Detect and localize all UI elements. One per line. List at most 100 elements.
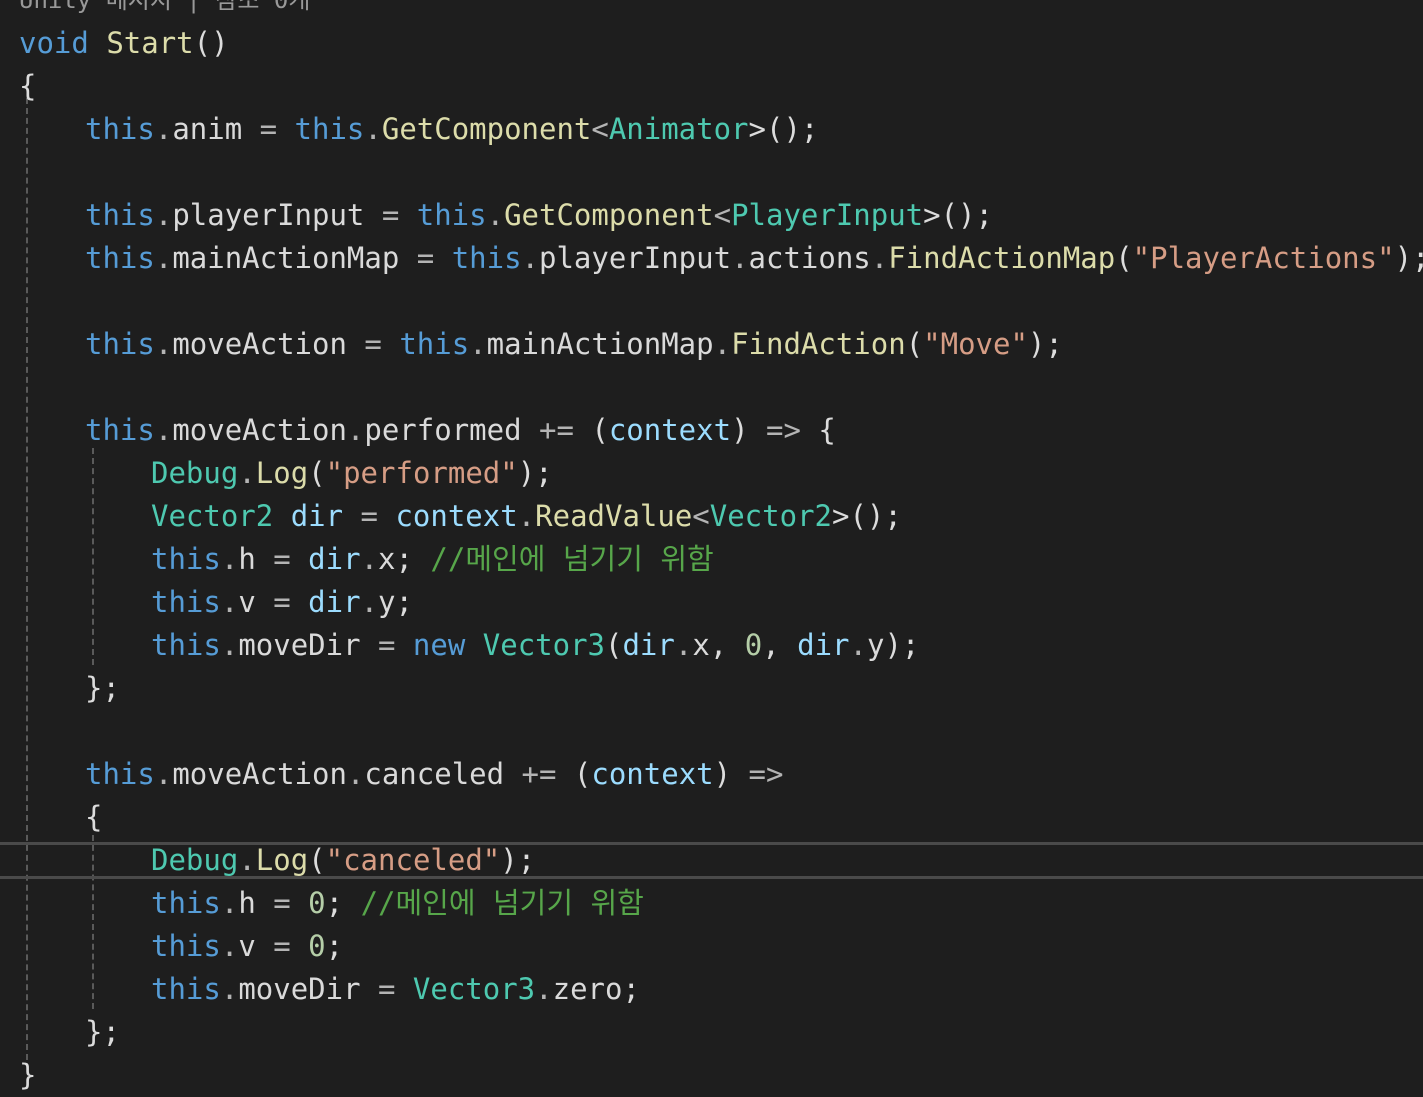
code-token: this <box>151 886 221 920</box>
code-token: Vector3 <box>412 972 536 1006</box>
code-token: this <box>85 327 155 361</box>
code-token: moveAction <box>172 327 347 361</box>
code-token: 0 <box>308 929 326 963</box>
code-token: ) <box>731 413 749 447</box>
code-line[interactable]: this.playerInput = this.GetComponent<Pla… <box>85 194 993 237</box>
code-token: ; <box>325 929 344 963</box>
code-token: ( <box>308 456 326 490</box>
code-token: >(); <box>923 198 993 232</box>
code-token: += <box>521 413 592 447</box>
code-token: this <box>151 628 221 662</box>
code-token: this <box>85 198 155 232</box>
code-token: Animator <box>608 112 749 146</box>
code-token: . <box>535 972 553 1006</box>
code-token: = <box>242 112 295 146</box>
code-token: . <box>220 585 239 619</box>
code-token: }; <box>85 1015 120 1049</box>
code-token: ); <box>884 628 920 662</box>
code-line[interactable]: this.anim = this.GetComponent<Animator>(… <box>85 108 818 151</box>
code-token: >(); <box>748 112 819 146</box>
code-line[interactable]: this.moveDir = new Vector3(dir.x, 0, dir… <box>151 624 919 667</box>
code-token: void <box>19 26 89 60</box>
code-token: = <box>346 327 400 361</box>
code-line[interactable]: } <box>19 1054 36 1097</box>
code-token: "canceled" <box>325 843 501 877</box>
code-token: = <box>255 585 309 619</box>
code-token: "PlayerActions" <box>1132 241 1395 275</box>
code-line[interactable]: Vector2 dir = context.ReadValue<Vector2>… <box>151 495 902 538</box>
code-token: < <box>692 499 710 533</box>
code-line[interactable]: this.moveAction = this.mainActionMap.Fin… <box>85 323 1063 366</box>
code-token: context <box>608 413 732 447</box>
code-token: dir <box>308 542 361 576</box>
code-token: "performed" <box>325 456 518 490</box>
code-token: this <box>85 112 155 146</box>
code-token: zero <box>552 972 623 1006</box>
code-token: ReadValue <box>535 499 693 533</box>
code-token: . <box>220 972 239 1006</box>
code-token: . <box>220 542 239 576</box>
code-line[interactable]: Debug.Log("performed"); <box>151 452 553 495</box>
code-token: Unity 메시지 | 참조 0개 <box>19 0 311 14</box>
code-token: x <box>378 542 396 576</box>
code-token: FindActionMap <box>888 241 1116 275</box>
code-token: ( <box>605 628 623 662</box>
code-token: this <box>451 241 522 275</box>
code-line[interactable]: this.moveAction.canceled += (context) => <box>85 753 783 796</box>
code-line[interactable]: this.v = 0; <box>151 925 343 968</box>
code-token: = <box>255 929 309 963</box>
code-token: . <box>486 198 505 232</box>
code-line[interactable]: { <box>85 796 102 839</box>
code-token: Log <box>255 456 309 490</box>
code-token: . <box>364 112 382 146</box>
code-token: ); <box>1027 327 1063 361</box>
code-line[interactable]: this.moveAction.performed += (context) =… <box>85 409 836 452</box>
code-token: . <box>220 929 239 963</box>
code-token: this <box>85 757 155 791</box>
code-token: //메인에 넘기기 위함 <box>360 886 644 920</box>
code-token: >(); <box>831 499 902 533</box>
code-token: . <box>517 499 536 533</box>
code-token: . <box>154 241 173 275</box>
code-token: ( <box>308 843 326 877</box>
code-token: { <box>85 800 103 834</box>
code-token: . <box>360 542 379 576</box>
code-line[interactable]: }; <box>85 1011 120 1054</box>
code-token: . <box>154 757 173 791</box>
code-token: Vector2 <box>709 499 832 533</box>
codelens-hint[interactable]: Unity 메시지 | 참조 0개 <box>19 0 310 22</box>
code-token: }; <box>85 671 120 705</box>
code-token: . <box>731 241 749 275</box>
code-line[interactable]: void Start() <box>19 22 229 65</box>
code-token: ( <box>591 413 609 447</box>
code-line[interactable]: Debug.Log("canceled"); <box>151 839 535 882</box>
code-token: . <box>849 628 867 662</box>
code-token: => <box>731 757 784 791</box>
code-token: ; <box>395 585 413 619</box>
code-token: ); <box>500 843 536 877</box>
code-token: . <box>521 241 539 275</box>
code-token: this <box>416 198 487 232</box>
code-token: canceled <box>364 757 505 791</box>
code-token: context <box>591 757 714 791</box>
code-token: this <box>294 112 365 146</box>
code-line[interactable]: this.h = 0; //메인에 넘기기 위함 <box>151 882 644 925</box>
code-line[interactable]: this.h = dir.x; //메인에 넘기기 위함 <box>151 538 714 581</box>
code-line[interactable]: }; <box>85 667 120 710</box>
code-line[interactable]: this.mainActionMap = this.playerInput.ac… <box>85 237 1423 280</box>
code-line[interactable]: this.moveDir = Vector3.zero; <box>151 968 640 1011</box>
code-editor[interactable]: Unity 메시지 | 참조 0개 void Start(){this.anim … <box>0 0 1423 1096</box>
code-line[interactable]: { <box>19 65 36 108</box>
code-token: = <box>343 499 396 533</box>
code-token: y <box>866 628 885 662</box>
code-lines[interactable]: Unity 메시지 | 참조 0개 void Start(){this.anim … <box>0 0 1423 1096</box>
code-token: performed <box>364 413 522 447</box>
code-token: => <box>748 413 819 447</box>
code-line[interactable]: this.v = dir.y; <box>151 581 413 624</box>
code-token: h <box>238 886 256 920</box>
code-token: Debug <box>151 843 239 877</box>
code-token: . <box>238 456 256 490</box>
